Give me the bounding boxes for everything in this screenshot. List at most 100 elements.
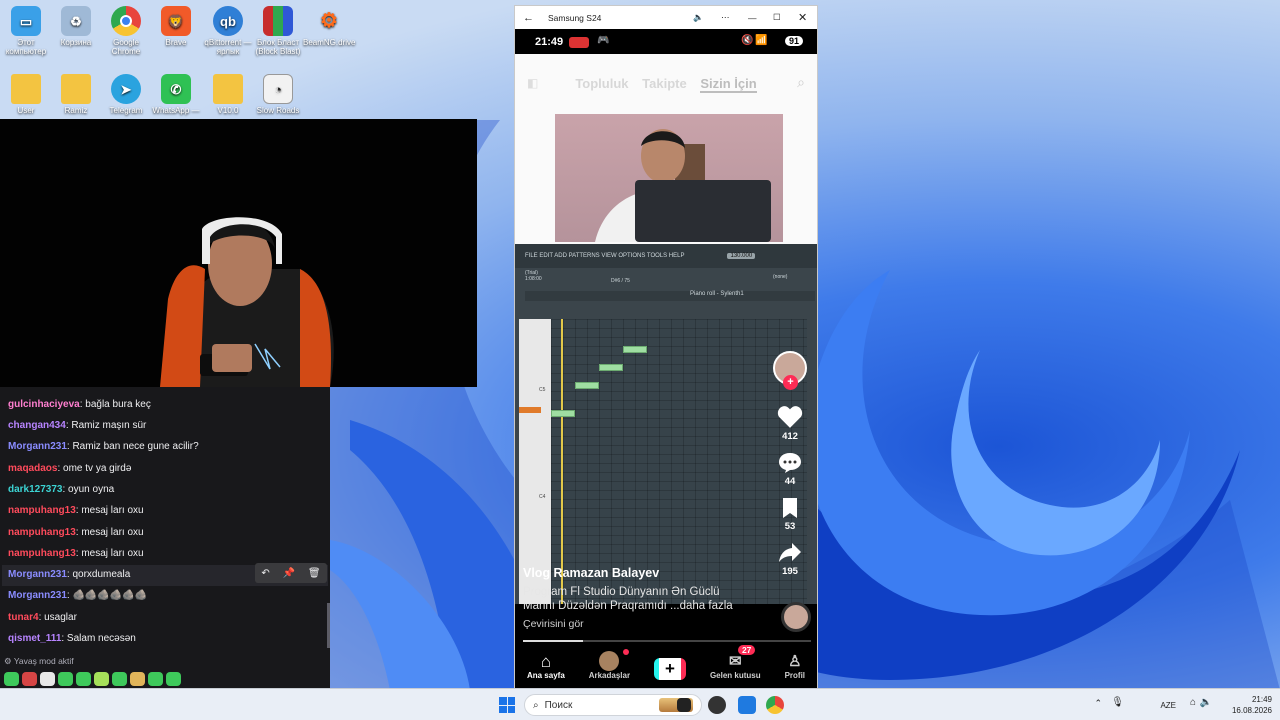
- desktop-icon-block-blast[interactable]: Блок Бласт (Block Blast): [252, 6, 304, 56]
- desktop-icon-telegram[interactable]: ➤ Telegram: [100, 74, 152, 115]
- chat-username[interactable]: nampuhang13: [8, 548, 76, 559]
- search-icon[interactable]: ⌕: [797, 74, 805, 91]
- desktop-icon-qbittorrent[interactable]: qb qBittorrent — ярлык: [202, 6, 254, 56]
- chat-username[interactable]: nampuhang13: [8, 527, 76, 538]
- chat-username[interactable]: changan434: [8, 420, 66, 431]
- nav-friends[interactable]: Arkadaşlar: [589, 649, 630, 680]
- desktop-icon-whatsapp[interactable]: ✆ WhatsApp —: [150, 74, 202, 115]
- nav-home[interactable]: ⌂ Ana sayfa: [527, 653, 565, 681]
- desktop-icon-slow-roads[interactable]: ◔ Slow Roads: [252, 74, 304, 115]
- chat-message[interactable]: Morgann231: qorxdumeala: [8, 569, 130, 580]
- chat-username[interactable]: dark127373: [8, 484, 63, 495]
- emote-icon[interactable]: [58, 672, 73, 686]
- reply-icon[interactable]: ↶: [261, 568, 269, 579]
- network-icon[interactable]: ⌂: [1190, 697, 1196, 708]
- music-disc-avatar[interactable]: [781, 602, 811, 632]
- chat-text: : Ramiz ban nece gune acilir?: [66, 441, 199, 452]
- comment-button[interactable]: 44: [771, 452, 809, 487]
- chat-text: : oyun oyna: [62, 484, 115, 495]
- nav-inbox[interactable]: ✉ 27 Gelen kutusu: [710, 645, 761, 680]
- emote-icon[interactable]: [94, 672, 109, 686]
- nav-create[interactable]: +: [654, 658, 686, 680]
- minimize-icon[interactable]: —: [748, 13, 757, 23]
- chat-username[interactable]: tunar4: [8, 612, 39, 623]
- inbox-icon: ✉: [728, 653, 742, 670]
- like-button[interactable]: 412: [771, 405, 809, 442]
- chat-message[interactable]: Morgann231: Ramiz ban nece gune acilir?: [8, 441, 199, 452]
- emote-icon[interactable]: [76, 672, 91, 686]
- video-person-frame: [555, 114, 783, 242]
- chat-message[interactable]: gulcinhaciyeva: bağla bura keç: [8, 399, 151, 410]
- chat-username[interactable]: nampuhang13: [8, 505, 76, 516]
- tab-following[interactable]: Takipte: [642, 76, 687, 91]
- chat-username[interactable]: qismet_111: [8, 633, 61, 644]
- save-button[interactable]: 53: [771, 497, 809, 532]
- description-line-2[interactable]: Mahnı Düzəldən Praqramıdı ...daha fazla: [523, 600, 817, 612]
- creator-avatar[interactable]: +: [771, 351, 809, 390]
- video-caption: Vlog Ramazan Balayev Program Fl Studio D…: [515, 566, 817, 630]
- tab-community[interactable]: Topluluk: [575, 76, 628, 91]
- mic-icon[interactable]: 🎙: [1111, 697, 1124, 708]
- profile-icon: ♙: [788, 653, 802, 670]
- emote-icon[interactable]: [40, 672, 55, 686]
- obs-icon[interactable]: [708, 696, 726, 714]
- delete-icon[interactable]: 🗑: [308, 568, 321, 579]
- chrome-taskbar-icon[interactable]: [766, 696, 784, 714]
- chat-message[interactable]: dark127373: oyun oyna: [8, 484, 114, 495]
- chat-message[interactable]: tunar4: usaglar: [8, 612, 77, 623]
- fl-piano-roll-title: Piano roll - Sylenth1: [525, 291, 815, 301]
- desktop-icon-this-pc[interactable]: ▭ Этот компьютер: [0, 6, 52, 56]
- chat-message[interactable]: maqadaos: ome tv ya girdə: [8, 463, 131, 474]
- start-button[interactable]: [499, 697, 515, 713]
- task-view-icon[interactable]: [677, 698, 691, 712]
- chat-text: : qorxdumeala: [66, 569, 131, 580]
- chat-message[interactable]: Morgann231: 🪨🪨🪨🪨🪨🪨: [8, 590, 147, 601]
- author-name[interactable]: Vlog Ramazan Balayev: [523, 566, 817, 580]
- emote-icon[interactable]: [112, 672, 127, 686]
- desktop-icon-chrome[interactable]: Google Chrome: [100, 6, 152, 56]
- nav-profile[interactable]: ♙ Profil: [785, 653, 805, 680]
- desktop-icon-recycle-bin[interactable]: ♻ Корзина: [50, 6, 102, 47]
- follow-plus-icon[interactable]: +: [783, 375, 798, 390]
- volume-icon[interactable]: 🔈: [1200, 697, 1212, 708]
- desktop-icon-ramiz-folder[interactable]: Ramiz: [50, 74, 102, 115]
- desktop-icon-beamng[interactable]: ⚙ BeamNG.drive: [303, 6, 355, 48]
- chat-message[interactable]: nampuhang13: mesaj ları oxu: [8, 505, 144, 516]
- desktop-icon-brave[interactable]: 🦁 Brave: [150, 6, 202, 47]
- chat-message[interactable]: nampuhang13: mesaj ları oxu: [8, 527, 144, 538]
- emote-icon[interactable]: [4, 672, 19, 686]
- volume-icon[interactable]: 🔈: [693, 12, 704, 23]
- chat-scrollbar[interactable]: [327, 603, 330, 648]
- maximize-icon[interactable]: ☐: [773, 12, 781, 23]
- chat-message[interactable]: changan434: Ramiz maşın sür: [8, 420, 146, 431]
- language-indicator[interactable]: AZE: [1160, 700, 1176, 711]
- emote-picker-row: [4, 672, 181, 686]
- desktop-icon-v10-folder[interactable]: V10.0: [202, 74, 254, 115]
- desktop-icon-user-folder[interactable]: User: [0, 74, 52, 115]
- emote-icon[interactable]: [166, 672, 181, 686]
- clock[interactable]: 21:49 16.08.2026: [1232, 694, 1272, 716]
- back-arrow-icon[interactable]: ←: [523, 12, 534, 24]
- chat-message[interactable]: nampuhang13: mesaj ları oxu: [8, 548, 144, 559]
- chat-username[interactable]: gulcinhaciyeva: [8, 399, 80, 410]
- emote-icon[interactable]: [22, 672, 37, 686]
- chat-text: : 🪨🪨🪨🪨🪨🪨: [66, 590, 148, 601]
- pin-icon[interactable]: 📌: [283, 568, 295, 579]
- taskbar-search[interactable]: ⌕ Поиск: [524, 694, 702, 716]
- emote-icon[interactable]: [130, 672, 145, 686]
- share-icon: [779, 543, 801, 562]
- chat-message[interactable]: qismet_111: Salam necəsən: [8, 633, 136, 644]
- feed-tabs: Topluluk Takipte Sizin İçin: [515, 76, 817, 93]
- close-icon[interactable]: ✕: [798, 11, 807, 24]
- phone-link-icon[interactable]: [738, 696, 756, 714]
- translate-link[interactable]: Çevirisini gör: [523, 618, 817, 630]
- chat-username[interactable]: Morgann231: [8, 441, 67, 452]
- emote-icon[interactable]: [148, 672, 163, 686]
- chat-username[interactable]: Morgann231: [8, 590, 67, 601]
- message-action-bar: ↶ 📌 🗑: [255, 563, 327, 583]
- tab-for-you[interactable]: Sizin İçin: [700, 76, 757, 93]
- chat-username[interactable]: maqadaos: [8, 463, 57, 474]
- chat-username[interactable]: Morgann231: [8, 569, 67, 580]
- more-icon[interactable]: ⋯: [721, 12, 730, 23]
- tray-chevron-icon[interactable]: ⌃: [1094, 698, 1102, 709]
